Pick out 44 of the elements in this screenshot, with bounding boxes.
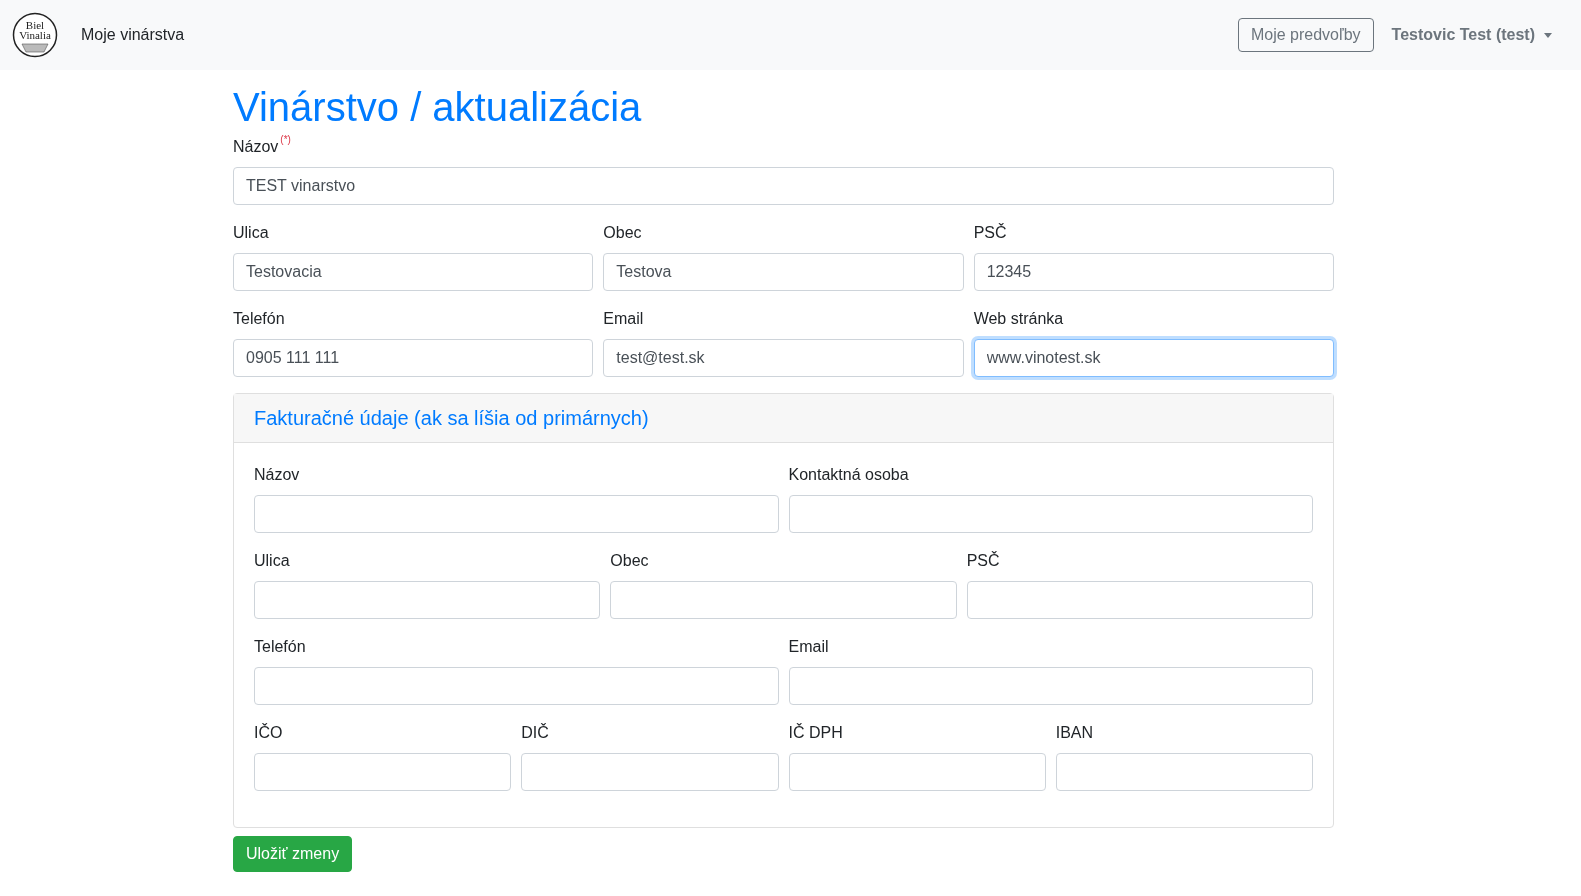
input-field[interactable] bbox=[788, 495, 1313, 533]
field-label: Email bbox=[603, 309, 644, 329]
field-label: Názov bbox=[233, 137, 279, 157]
input-field[interactable] bbox=[966, 581, 1313, 619]
input-field[interactable] bbox=[610, 581, 957, 619]
caret-icon bbox=[1544, 32, 1552, 38]
card-title: Fakturačné údaje (ak sa líšia od primárnych) bbox=[254, 406, 650, 430]
field-label: PSČ bbox=[973, 222, 1007, 243]
field-label: Názov bbox=[254, 465, 300, 485]
field-label: IBAN bbox=[1055, 723, 1094, 743]
page-title: Vinárstvo / aktualizácia bbox=[233, 85, 643, 129]
required-mark: (*) bbox=[280, 135, 291, 145]
input-field[interactable] bbox=[254, 495, 779, 533]
input-field[interactable] bbox=[521, 753, 779, 791]
field-label: Ulica bbox=[233, 223, 269, 243]
input-field[interactable]: Testova bbox=[603, 253, 964, 291]
field-label: PSČ bbox=[966, 550, 1000, 571]
field-label: IČ DPH bbox=[788, 722, 843, 743]
input-field[interactable] bbox=[254, 667, 779, 705]
field-label: IČO bbox=[254, 722, 283, 743]
input-field[interactable] bbox=[254, 581, 601, 619]
field-label: Email bbox=[788, 637, 829, 657]
input-field[interactable]: 0905 111 111 bbox=[233, 339, 594, 377]
field-label: Web stránka bbox=[973, 309, 1064, 329]
input-field[interactable]: TEST vinarstvo bbox=[233, 167, 1334, 205]
field-label: Ulica bbox=[254, 551, 290, 571]
input-field[interactable]: 12345 bbox=[973, 253, 1334, 291]
field-label: Telefón bbox=[254, 637, 306, 657]
field-label: Kontaktná osoba bbox=[788, 465, 909, 485]
preferences-button[interactable]: Moje predvoľby bbox=[1237, 18, 1374, 52]
user-menu[interactable]: Testovic Test (test) bbox=[1383, 18, 1560, 52]
input-field[interactable]: Testovacia bbox=[233, 253, 594, 291]
logo-icon: Biel Vinalia bbox=[12, 12, 58, 58]
input-field[interactable] bbox=[1055, 753, 1313, 791]
brand-link[interactable]: Moje vinárstva bbox=[81, 26, 185, 44]
input-field[interactable] bbox=[254, 753, 512, 791]
input-field[interactable] bbox=[788, 753, 1046, 791]
input-field[interactable]: www.vinotest.sk bbox=[973, 339, 1334, 377]
input-field[interactable] bbox=[788, 667, 1313, 705]
field-label: DIČ bbox=[521, 722, 549, 743]
field-label: Obec bbox=[610, 551, 649, 571]
field-label: Obec bbox=[603, 223, 642, 243]
field-label: Telefón bbox=[233, 309, 285, 329]
input-field[interactable]: test@test.sk bbox=[603, 339, 964, 377]
